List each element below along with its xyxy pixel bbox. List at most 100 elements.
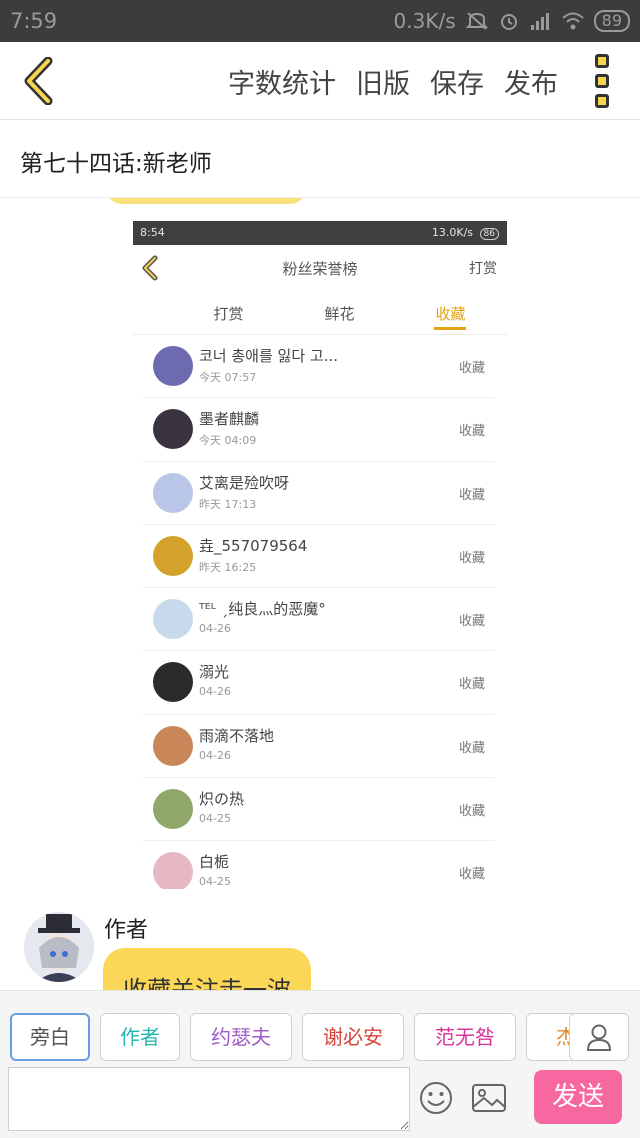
fan-avatar: [153, 725, 193, 766]
fan-time: 今天 07:57: [199, 371, 257, 384]
fan-name: 雨滴不落地: [199, 726, 275, 745]
fan-avatar: [153, 409, 193, 450]
previous-message-bubble: [106, 198, 306, 204]
fan-time: 04-26: [199, 622, 231, 636]
status-icons: 0.3K/s 89: [394, 9, 630, 33]
save-button[interactable]: 保存: [430, 62, 484, 101]
more-menu-button[interactable]: [580, 54, 624, 108]
fan-action: 收藏: [458, 487, 485, 503]
embedded-tab-flowers: 鲜花: [324, 305, 355, 323]
mute-icon: [465, 12, 488, 30]
back-button[interactable]: [12, 54, 66, 108]
fan-list-row: 코너 총애를 잃다 고... 今天 07:57 收藏: [143, 335, 495, 399]
role-selector: 旁白 作者 约瑟夫 谢必安 范无咎杰: [0, 990, 640, 1066]
embedded-fan-list: 코너 총애를 잃다 고... 今天 07:57 收藏 墨者麒麟 今天 04:09 收藏 艾离…: [133, 335, 507, 889]
emoji-button[interactable]: [418, 1080, 454, 1116]
embedded-status-bar: 8:54 13.0K/s 86: [133, 221, 507, 245]
embedded-tab-favorites: 收藏: [395, 291, 506, 334]
fan-list-row: 炽の热 04-25 收藏: [143, 778, 495, 842]
fan-list-row: ᵀᴱᴸ ˏ纯良灬的恶魔° 04-26 收藏: [143, 588, 495, 652]
embedded-title: 粉丝荣誉榜: [282, 260, 358, 278]
chat-content[interactable]: 8:54 13.0K/s 86 粉丝荣誉榜 打赏 打赏 鲜花 收藏 코너 총애를…: [0, 198, 640, 990]
fan-avatar: [153, 662, 193, 703]
insert-image-button[interactable]: [470, 1080, 508, 1116]
status-bar: 7:59 0.3K/s 89: [0, 0, 640, 42]
avatar-image: [24, 912, 94, 982]
fan-avatar: [153, 789, 193, 830]
fan-list-row: 艾离是殓吹呀 昨天 17:13 收藏: [143, 462, 495, 525]
toolbar-actions: 字数统计 旧版 保存 发布: [228, 42, 558, 120]
fan-action: 收藏: [458, 804, 485, 820]
fan-name: 炽の热: [199, 790, 245, 809]
role-manage-button[interactable]: [569, 1013, 629, 1061]
fan-list-row: 白栀 04-25 收藏: [143, 841, 495, 889]
publish-button[interactable]: 发布: [504, 62, 558, 101]
old-version-button[interactable]: 旧版: [356, 62, 410, 101]
author-message-bubble[interactable]: 收藏关注走一波: [103, 948, 311, 990]
embedded-header: 粉丝荣誉榜 打赏: [133, 245, 507, 291]
message-input-bar: 发送: [0, 1066, 640, 1138]
author-avatar[interactable]: [24, 912, 94, 982]
fan-action: 收藏: [458, 677, 485, 693]
alarm-icon: [500, 14, 517, 30]
chapter-title-bar[interactable]: 第七十四话:新老师: [0, 120, 640, 198]
fan-time: 04-25: [199, 812, 231, 826]
embedded-status-speed: 13.0K/s: [431, 226, 474, 239]
embedded-reward-link: 打赏: [469, 261, 497, 277]
message-input[interactable]: [8, 1067, 410, 1131]
user-icon: [586, 1024, 612, 1051]
send-button[interactable]: 发送: [534, 1070, 622, 1124]
role-chip[interactable]: 旁白: [10, 1013, 90, 1061]
signal-icon: [530, 13, 549, 30]
fan-time: 04-26: [199, 748, 231, 762]
fan-time: 04-26: [199, 685, 231, 699]
role-chip[interactable]: 谢必安: [302, 1013, 404, 1061]
fan-list-row: 垚_557079564 昨天 16:25 收藏: [143, 525, 495, 589]
fan-time: 昨天 17:13: [199, 497, 257, 511]
role-chip[interactable]: 约瑟夫: [190, 1013, 292, 1061]
battery-indicator: 89: [593, 10, 630, 32]
author-message-text: 收藏关注走一波: [123, 976, 291, 990]
more-dot-icon: [595, 54, 609, 68]
role-chip[interactable]: 作者: [100, 1013, 180, 1061]
image-icon: [472, 1084, 506, 1112]
fan-name: 코너 총애를 잃다 고...: [199, 347, 339, 365]
embedded-tabs: 打赏 鲜花 收藏: [133, 291, 507, 335]
fan-action: 收藏: [458, 361, 485, 376]
fan-name: ᵀᴱᴸ ˏ纯良灬的恶魔°: [199, 600, 326, 619]
embedded-tab-reward: 打赏: [213, 305, 244, 323]
fan-name: 墨者麒麟: [199, 410, 260, 429]
fan-action: 收藏: [458, 550, 485, 566]
fan-action: 收藏: [458, 740, 485, 756]
wifi-icon: [561, 12, 584, 30]
fan-time: 昨天 16:25: [199, 560, 257, 574]
emoji-icon: [420, 1082, 452, 1114]
fan-avatar: [153, 852, 193, 889]
network-speed: 0.3K/s: [393, 9, 456, 33]
fan-action: 收藏: [458, 424, 485, 440]
fan-avatar: [153, 535, 193, 576]
fan-time: 今天 04:09: [199, 434, 257, 448]
fan-list-row: 墨者麒麟今天 04:09 收藏: [143, 398, 495, 462]
editor-toolbar: 字数统计 旧版 保存 发布: [0, 42, 640, 120]
fan-name: 溺光: [199, 663, 230, 682]
chevron-left-icon: [24, 57, 53, 105]
fan-action: 收藏: [458, 614, 485, 630]
role-chip[interactable]: 范无咎: [414, 1013, 516, 1061]
status-time: 7:59: [10, 9, 58, 33]
embedded-battery: 86: [479, 228, 499, 240]
embedded-status-time: 8:54: [140, 226, 165, 239]
embedded-status-right: 13.0K/s 86: [431, 226, 499, 240]
fan-action: 收藏: [458, 867, 485, 883]
more-dot-icon: [595, 94, 609, 108]
embedded-screenshot[interactable]: 8:54 13.0K/s 86 粉丝荣誉榜 打赏 打赏 鲜花 收藏 코너 총애를…: [133, 221, 507, 889]
fan-list-row: 雨滴不落地 04-26 收藏: [143, 715, 495, 779]
author-name: 作者: [104, 918, 149, 943]
fan-avatar: [153, 599, 193, 640]
fan-list-row: 溺光 04-26 收藏: [143, 651, 495, 715]
more-dot-icon: [595, 74, 609, 88]
word-count-button[interactable]: 字数统计: [228, 62, 336, 101]
chapter-title: 第七十四话:新老师: [20, 151, 212, 177]
fan-time: 04-25: [199, 875, 231, 889]
fan-name: 垚_557079564: [199, 536, 308, 555]
